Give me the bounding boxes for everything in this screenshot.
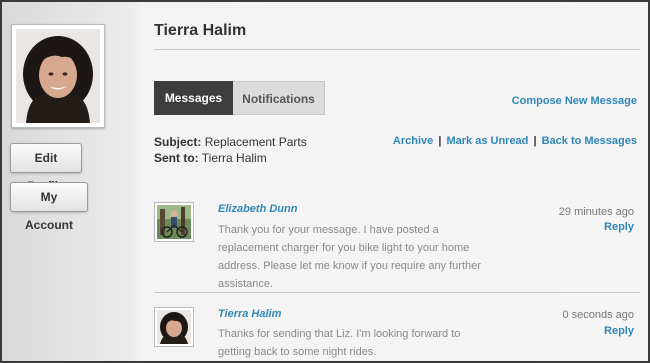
header-divider bbox=[154, 49, 640, 50]
page-frame: Edit Profile My Account Tierra Halim Mes… bbox=[0, 0, 650, 363]
my-account-button[interactable]: My Account bbox=[10, 182, 88, 232]
message-timestamp: 29 minutes ago bbox=[558, 206, 634, 218]
compose-new-message-link[interactable]: Compose New Message bbox=[512, 95, 637, 107]
avatar bbox=[154, 307, 194, 347]
subject-line: Subject: Replacement Parts bbox=[154, 135, 307, 149]
message-line: Thanks for sending that Liz. I'm looking… bbox=[218, 328, 461, 340]
sender-avatar-image bbox=[157, 205, 191, 239]
tab-messages[interactable]: Messages bbox=[154, 81, 233, 115]
sender-avatar-image bbox=[157, 310, 191, 344]
message-line: Thank you for your message. I have poste… bbox=[218, 224, 439, 236]
action-separator: | bbox=[438, 135, 442, 147]
avatar bbox=[154, 202, 194, 242]
message-author[interactable]: Tierra Halim bbox=[218, 308, 281, 320]
action-separator: | bbox=[533, 135, 537, 147]
tab-notifications[interactable]: Notifications bbox=[233, 81, 325, 115]
message-timestamp: 0 seconds ago bbox=[562, 309, 634, 321]
edit-profile-button[interactable]: Edit Profile bbox=[10, 143, 82, 193]
message-line: replacement charger for you bike light t… bbox=[218, 242, 470, 254]
reply-link[interactable]: Reply bbox=[604, 325, 634, 337]
page-title: Tierra Halim bbox=[154, 22, 247, 39]
mark-as-unread-link[interactable]: Mark as Unread bbox=[446, 135, 528, 147]
message-line: address. Please let me know if you requi… bbox=[218, 260, 481, 272]
profile-avatar-image bbox=[16, 29, 100, 123]
message-author[interactable]: Elizabeth Dunn bbox=[218, 203, 297, 215]
archive-link[interactable]: Archive bbox=[393, 135, 433, 147]
sent-to-line: Sent to: Tierra Halim bbox=[154, 151, 267, 165]
subject-value: Replacement Parts bbox=[204, 135, 307, 149]
sent-to-label: Sent to: bbox=[154, 151, 199, 165]
message-line: getting back to some night rides. bbox=[218, 346, 377, 358]
subject-label: Subject: bbox=[154, 135, 202, 149]
message-body: Thank you for your message. I have poste… bbox=[218, 221, 488, 293]
back-to-messages-link[interactable]: Back to Messages bbox=[542, 135, 637, 147]
profile-photo bbox=[11, 24, 105, 128]
sent-to-value: Tierra Halim bbox=[201, 151, 267, 165]
reply-link[interactable]: Reply bbox=[604, 221, 634, 233]
message-line: assistance. bbox=[218, 278, 274, 290]
message-divider bbox=[154, 292, 640, 293]
message-actions: Archive | Mark as Unread | Back to Messa… bbox=[393, 135, 637, 147]
message-body: Thanks for sending that Liz. I'm looking… bbox=[218, 325, 488, 361]
